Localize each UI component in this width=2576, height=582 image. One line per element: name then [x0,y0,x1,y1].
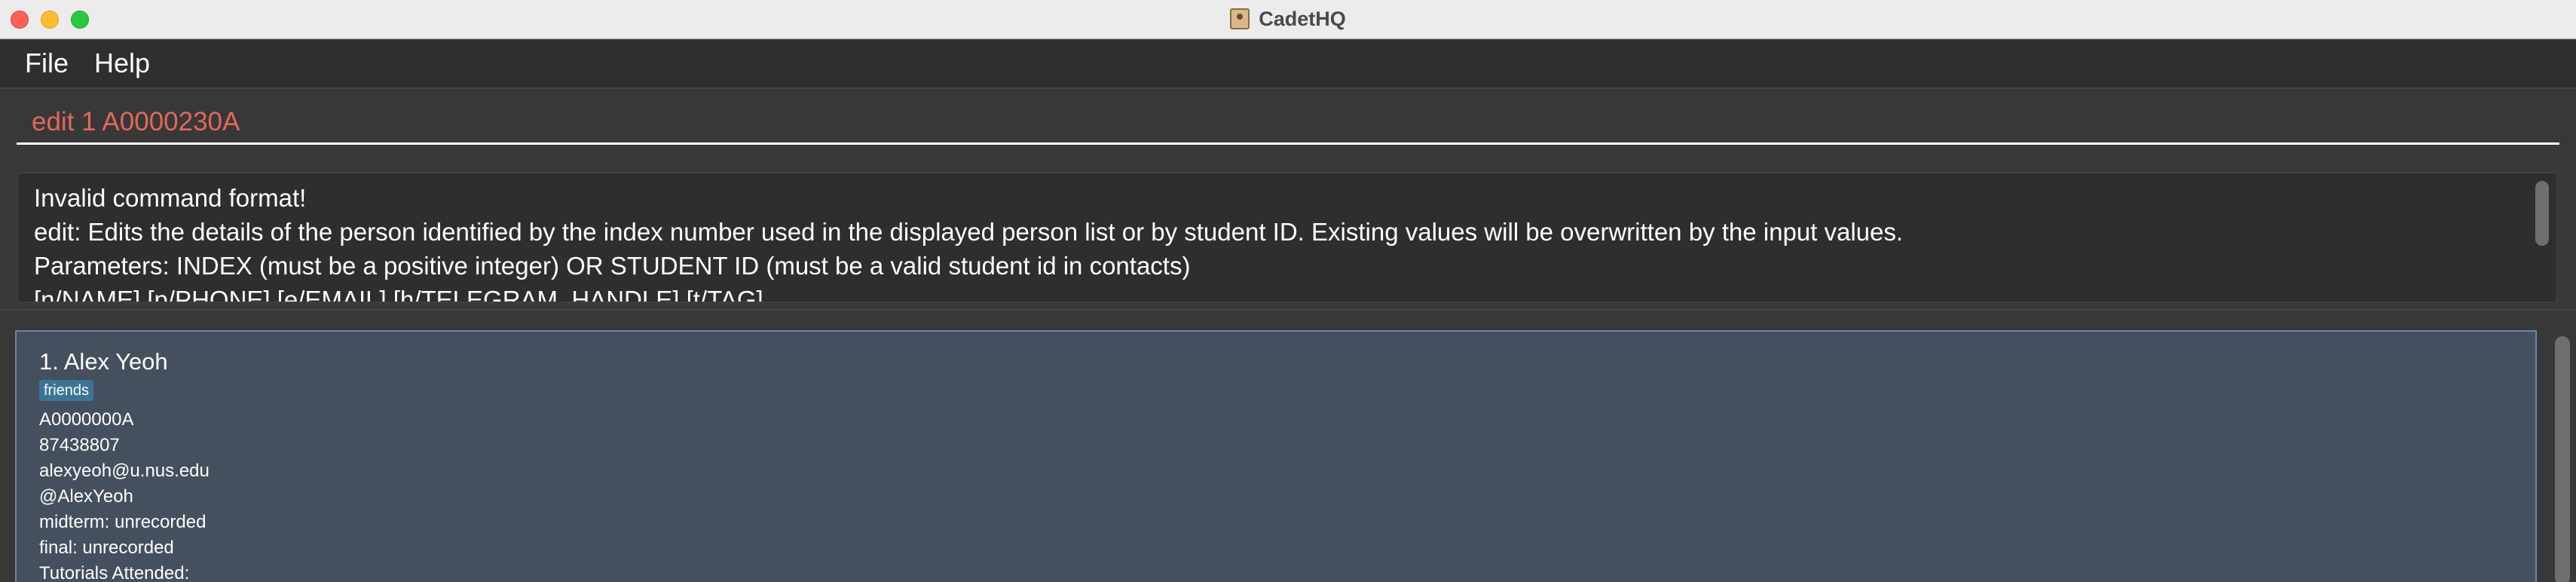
menu-bar: File Help [0,39,2576,89]
menu-help[interactable]: Help [94,47,150,79]
app-window: CadetHQ File Help Invalid command format… [0,0,2576,582]
address-book-icon [1230,8,1250,29]
person-card-content: 1. Alex Yeoh friends A0000000A 87438807 … [39,347,210,582]
result-text: Invalid command format! edit: Edits the … [34,181,2521,303]
result-line: edit: Edits the details of the person id… [34,218,1904,246]
result-scrollbar[interactable] [2535,181,2549,246]
final-grade: final: unrecorded [39,538,174,558]
telegram-handle: @AlexYeoh [39,486,133,507]
student-id: A0000000A [39,409,134,430]
tutorials-attended: Tutorials Attended: [39,563,190,582]
person-card[interactable]: 1. Alex Yeoh friends A0000000A 87438807 … [15,330,2537,582]
result-line: Invalid command format! [34,184,307,212]
phone: 87438807 [39,435,120,455]
title-wrap: CadetHQ [0,0,2576,38]
email: alexyeoh@u.nus.edu [39,461,210,481]
title-bar: CadetHQ [0,0,2576,39]
list-scrollbar[interactable] [2555,336,2570,582]
result-line: [n/NAME] [p/PHONE] [e/EMAIL] [h/TELEGRAM… [34,286,763,303]
tag-badge: friends [39,380,94,401]
midterm-grade: midterm: unrecorded [39,512,207,532]
command-box [0,89,2576,158]
window-title: CadetHQ [1259,7,1346,30]
menu-file[interactable]: File [25,47,69,79]
result-line: Parameters: INDEX (must be a positive in… [34,252,1191,280]
command-input[interactable] [17,101,2559,145]
person-name: 1. Alex Yeoh [39,348,168,375]
result-display[interactable]: Invalid command format! edit: Edits the … [17,172,2558,303]
person-list: 1. Alex Yeoh friends A0000000A 87438807 … [0,309,2576,582]
